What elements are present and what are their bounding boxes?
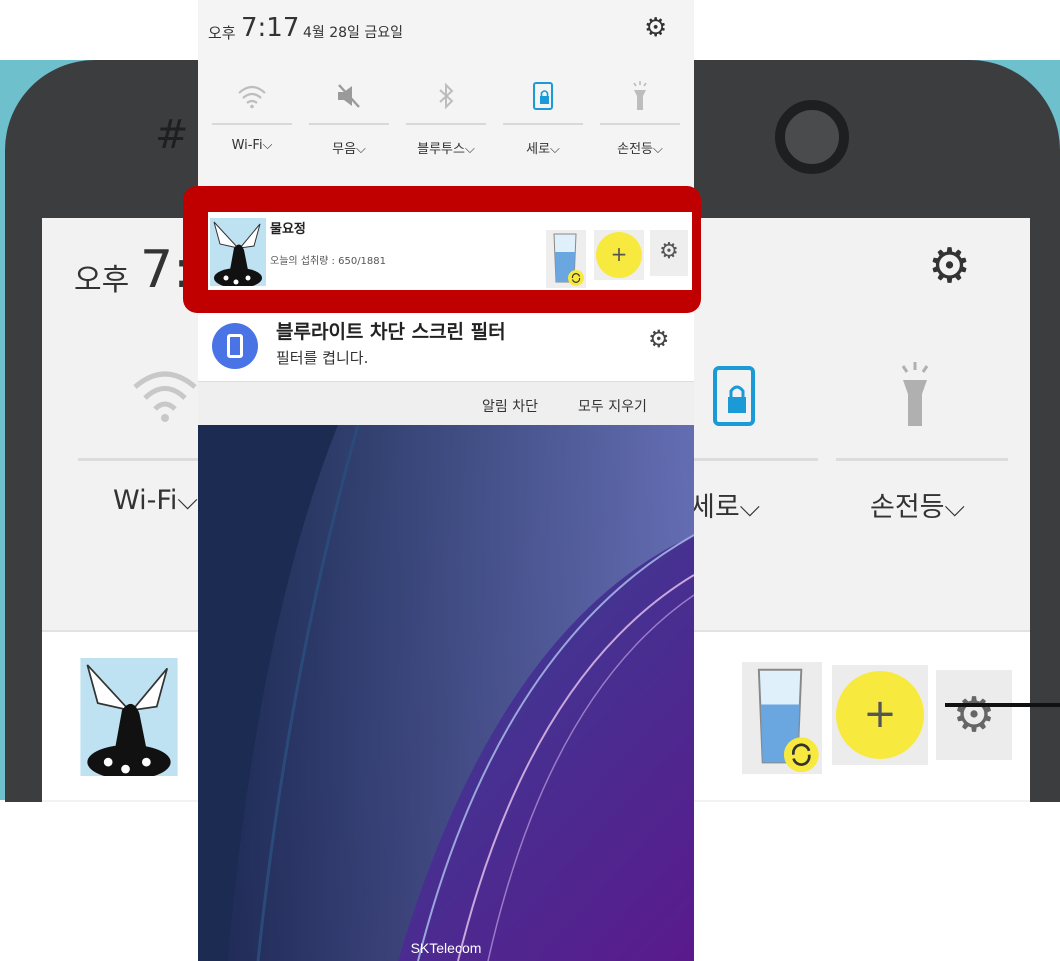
qs-rotation-label: 세로⌵ (526, 142, 560, 157)
qs-rotation[interactable]: 세로⌵ (499, 68, 587, 178)
wifi-icon (238, 85, 266, 109)
screen-filter-app-icon (212, 323, 258, 369)
zoom-divider (690, 458, 818, 461)
fairy-app-icon (210, 218, 266, 286)
qs-flashlight-label: 손전등⌵ (617, 142, 663, 157)
qs-bluetooth[interactable]: 블루투스⌵ (402, 68, 490, 178)
qs-divider (309, 123, 389, 125)
quick-settings-row: Wi-Fi⌵ 무음⌵ 블루투스⌵ 세로⌵ 손전등⌵ (198, 68, 694, 178)
zoom-wifi-icon (133, 371, 197, 422)
settings-gear-icon[interactable]: ⚙ (644, 13, 667, 43)
zoom-water-glass-icon (742, 662, 822, 774)
qs-divider (600, 123, 680, 125)
zoom-flashlight-icon (901, 362, 929, 426)
notification-panel: 오후 7:17 4월 28일 금요일 ⚙ Wi-Fi⌵ 무음⌵ 블루투스⌵ 세로… (198, 0, 694, 961)
qs-divider (406, 123, 486, 125)
qs-divider (503, 123, 583, 125)
rotation-lock-icon (533, 82, 553, 110)
water-notification[interactable]: 물요정 오늘의 섭취량 : 650/1881 + ⚙ (208, 212, 692, 290)
qs-mute-label: 무음⌵ (332, 142, 366, 157)
qs-wifi-label: Wi-Fi⌵ (231, 138, 273, 153)
zoom-gear-icon: ⚙ (928, 238, 972, 294)
filter-notification[interactable]: 블루라이트 차단 스크린 필터 필터를 켭니다. ⚙ (198, 313, 694, 381)
status-time: 7:17 (241, 13, 300, 43)
filter-notification-subtitle: 필터를 켭니다. (276, 349, 369, 367)
status-ampm: 오후 (208, 24, 236, 42)
qs-bluetooth-label: 블루투스⌵ (417, 142, 475, 157)
zoom-add-water-button: + (832, 665, 928, 765)
water-notification-title: 물요정 (270, 222, 306, 237)
zoom-ampm: 오후 (74, 263, 130, 298)
zoom-flashlight-label: 손전등⌵ (870, 492, 965, 523)
qs-mute[interactable]: 무음⌵ (305, 68, 393, 178)
add-water-button[interactable]: + (594, 230, 644, 280)
notification-actions-bar: 알림 차단 모두 지우기 (198, 381, 694, 425)
status-date: 4월 28일 금요일 (303, 25, 404, 41)
qs-flashlight[interactable]: 손전등⌵ (596, 68, 684, 178)
qs-divider (212, 123, 292, 125)
pointer-line (945, 703, 1060, 707)
plus-icon: + (596, 232, 642, 278)
camera-icon (775, 100, 849, 174)
clear-all-button[interactable]: 모두 지우기 (578, 396, 647, 416)
water-settings-gear-icon[interactable]: ⚙ (650, 230, 688, 276)
zoom-wifi-label: Wi-Fi⌵ (113, 485, 198, 516)
zoom-notification-gear-icon: ⚙ (936, 670, 1012, 760)
zoom-rotation-label: 세로⌵ (690, 492, 761, 523)
mute-icon (338, 84, 360, 108)
flashlight-icon (633, 81, 647, 110)
qs-wifi[interactable]: Wi-Fi⌵ (208, 68, 296, 178)
bluetooth-icon (439, 82, 454, 110)
wallpaper (198, 425, 694, 961)
zoom-rotation-lock-icon (713, 366, 755, 426)
zoom-fairy-app-icon (80, 658, 178, 776)
speaker-grille-icon: # (155, 112, 189, 158)
block-notifications-button[interactable]: 알림 차단 (482, 396, 538, 416)
filter-settings-gear-icon[interactable]: ⚙ (648, 325, 670, 353)
water-intake-text: 오늘의 섭취량 : 650/1881 (270, 256, 387, 267)
carrier-label: SKTelecom (410, 940, 482, 956)
water-glass-icon[interactable] (546, 230, 586, 288)
zoom-divider (836, 458, 1008, 461)
status-bar: 오후 7:17 4월 28일 금요일 ⚙ (198, 0, 694, 62)
filter-notification-title: 블루라이트 차단 스크린 필터 (276, 321, 506, 343)
